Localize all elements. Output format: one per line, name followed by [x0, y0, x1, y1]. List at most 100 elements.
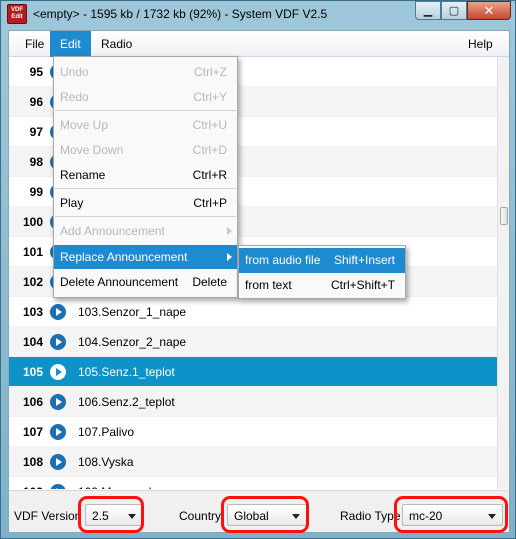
list-item[interactable]: 103 103.Senzor_1_nape [9, 297, 497, 327]
menu-radio[interactable]: Radio [91, 31, 142, 57]
announcement-number: 98 [29, 155, 43, 169]
menu-item-add-announcement[interactable]: Add Announcement [54, 219, 237, 243]
menu-item-move-down[interactable]: Move Down Ctrl+D [54, 138, 237, 162]
announcement-name: 106.Senz.2_teplot [78, 395, 175, 409]
menu-help[interactable]: Help [458, 31, 503, 57]
menu-item-label: Play [60, 196, 84, 210]
country-select[interactable]: Global [227, 504, 307, 526]
radio-type-value: mc-20 [409, 509, 443, 523]
list-item[interactable]: 107 107.Palivo [9, 417, 497, 447]
menu-item-label: Add Announcement [60, 224, 165, 238]
menu-item-shortcut: Ctrl+U [192, 118, 227, 132]
menu-item-label: Move Down [60, 143, 124, 157]
app-window: VDF Edit <empty> - 1595 kb / 1732 kb (92%… [0, 0, 516, 539]
menu-item-shortcut: Delete [192, 275, 227, 289]
settings-bar: VDF Version 2.5 Country Global Radio Typ… [9, 490, 509, 532]
window-title: <empty> - 1595 kb / 1732 kb (92%) - Syst… [33, 7, 328, 21]
announcement-number: 100 [22, 215, 43, 229]
menu-item-label: from audio file [245, 253, 321, 267]
chevron-right-icon [227, 227, 232, 235]
play-icon[interactable] [50, 484, 66, 489]
menu-item-label: Replace Announcement [60, 250, 188, 264]
menu-item-replace-announcement[interactable]: Replace Announcement [54, 245, 237, 269]
announcement-number: 104 [22, 335, 43, 349]
window-controls: ▁ ▢ ✕ [415, 1, 511, 21]
menu-separator [55, 188, 236, 189]
announcement-number: 101 [22, 245, 43, 259]
announcement-name: 108.Vyska [78, 455, 134, 469]
announcement-name: 107.Palivo [78, 425, 135, 439]
menu-item-label: Delete Announcement [60, 275, 179, 289]
vdf-version-label: VDF Version [14, 509, 82, 523]
menu-file[interactable]: File [15, 31, 54, 57]
announcement-number: 108 [22, 455, 43, 469]
edit-menu-dropdown: Undo Ctrl+Z Redo Ctrl+Y Move Up Ctrl+U M… [53, 56, 238, 298]
list-item[interactable]: 109 109.Max_vyska [9, 477, 497, 489]
country-value: Global [234, 509, 269, 523]
announcement-name: 105.Senz.1_teplot [78, 365, 175, 379]
submenu-item-from-audio-file[interactable]: from audio file Shift+Insert [239, 248, 405, 273]
announcement-number: 106 [22, 395, 43, 409]
menu-item-shortcut: Ctrl+Z [194, 65, 227, 79]
menu-item-shortcut: Ctrl+P [193, 196, 227, 210]
announcement-number: 95 [29, 65, 43, 79]
list-item[interactable]: 104 104.Senzor_2_nape [9, 327, 497, 357]
chevron-down-icon [292, 514, 300, 519]
maximize-button[interactable]: ▢ [441, 1, 467, 20]
vdf-version-value: 2.5 [92, 509, 109, 523]
app-logo-icon: VDF Edit [7, 4, 27, 24]
scrollbar-thumb[interactable] [500, 207, 508, 225]
close-button[interactable]: ✕ [467, 1, 511, 20]
announcement-number: 109 [9, 485, 43, 489]
radio-type-label: Radio Type [340, 509, 401, 523]
announcement-name: 109.Max_vyska [78, 485, 161, 489]
menu-item-shortcut: Ctrl+Y [193, 90, 227, 104]
chevron-right-icon [227, 253, 232, 261]
replace-announcement-submenu: from audio file Shift+Insert from text C… [238, 245, 406, 299]
menu-item-shortcut: Ctrl+Shift+T [330, 278, 395, 292]
announcement-number: 102 [22, 275, 43, 289]
radio-type-select[interactable]: mc-20 [402, 504, 503, 526]
menu-item-redo[interactable]: Redo Ctrl+Y [54, 85, 237, 109]
menu-item-shortcut: Shift+Insert [333, 253, 395, 267]
menu-edit[interactable]: Edit [50, 31, 91, 57]
chevron-down-icon [128, 514, 136, 519]
title-bar[interactable]: VDF Edit <empty> - 1595 kb / 1732 kb (92%… [1, 1, 516, 29]
menu-bar: File Edit Radio Help [9, 31, 509, 57]
announcement-number: 105 [22, 365, 43, 379]
list-item[interactable]: 108 108.Vyska [9, 447, 497, 477]
menu-separator [55, 110, 236, 111]
play-icon[interactable] [50, 364, 66, 380]
menu-item-play[interactable]: Play Ctrl+P [54, 191, 237, 215]
announcement-number: 97 [29, 125, 43, 139]
menu-item-label: Move Up [60, 118, 109, 132]
submenu-item-from-text[interactable]: from text Ctrl+Shift+T [239, 273, 405, 298]
menu-item-label: from text [245, 278, 292, 292]
menu-item-delete-announcement[interactable]: Delete Announcement Delete [54, 270, 237, 294]
play-icon[interactable] [50, 454, 66, 470]
menu-item-label: Undo [60, 65, 89, 79]
menu-item-label: Redo [60, 90, 89, 104]
country-label: Country [179, 509, 222, 523]
menu-separator [55, 216, 236, 217]
announcement-name: 104.Senzor_2_nape [78, 335, 187, 349]
menu-item-rename[interactable]: Rename Ctrl+R [54, 163, 237, 187]
minimize-button[interactable]: ▁ [415, 1, 441, 20]
play-icon[interactable] [50, 304, 66, 320]
menu-item-undo[interactable]: Undo Ctrl+Z [54, 60, 237, 84]
announcement-name: 103.Senzor_1_nape [78, 305, 187, 319]
vertical-scrollbar[interactable] [497, 57, 509, 489]
announcement-number: 96 [29, 95, 43, 109]
vdf-version-select[interactable]: 2.5 [85, 504, 143, 526]
play-icon[interactable] [50, 334, 66, 350]
chevron-down-icon [488, 514, 496, 519]
menu-item-shortcut: Ctrl+R [192, 168, 227, 182]
play-icon[interactable] [50, 424, 66, 440]
announcement-number: 99 [29, 185, 43, 199]
announcement-number: 107 [22, 425, 43, 439]
menu-item-label: Rename [60, 168, 106, 182]
play-icon[interactable] [50, 394, 66, 410]
menu-item-move-up[interactable]: Move Up Ctrl+U [54, 113, 237, 137]
list-item[interactable]: 106 106.Senz.2_teplot [9, 387, 497, 417]
list-item[interactable]: 105 105.Senz.1_teplot [9, 357, 497, 387]
